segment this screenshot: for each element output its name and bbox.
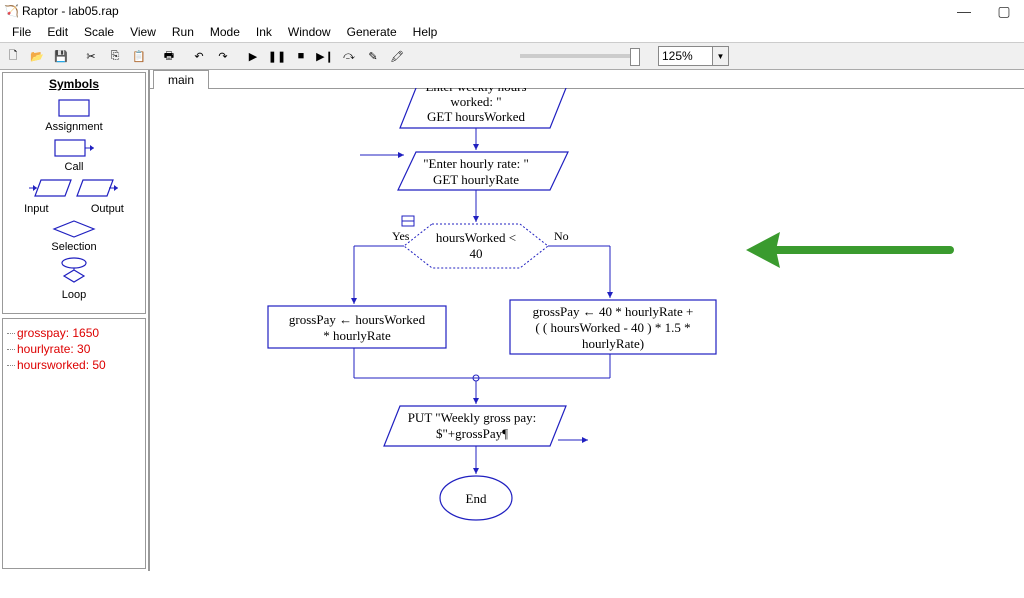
cut-button[interactable]: ✂ (80, 45, 102, 67)
svg-text:PUT "Weekly gross pay:: PUT "Weekly gross pay: (408, 410, 537, 425)
window-title: Raptor - lab05.rap (22, 4, 944, 18)
loop-label: Loop (3, 289, 145, 301)
pen-button[interactable]: ✎ (362, 45, 384, 67)
svg-text:40: 40 (470, 246, 483, 261)
flow-output[interactable]: PUT "Weekly gross pay: $"+grossPay¶ (384, 406, 588, 446)
no-label: No (554, 229, 569, 243)
maximize-button[interactable]: ▢ (984, 3, 1024, 20)
selection-label: Selection (3, 241, 145, 253)
canvas-area[interactable]: main Enter weekly hours worked: " GET ho… (150, 70, 1024, 571)
assignment-icon (54, 97, 94, 119)
input-label: Input (24, 203, 48, 215)
titlebar: 🏹 Raptor - lab05.rap — ▢ (0, 0, 1024, 22)
menu-edit[interactable]: Edit (39, 23, 76, 41)
menu-view[interactable]: View (122, 23, 164, 41)
symbol-loop[interactable]: Loop (3, 257, 145, 301)
menu-file[interactable]: File (4, 23, 39, 41)
input-output-icon (29, 177, 119, 201)
symbol-assignment[interactable]: Assignment (3, 97, 145, 133)
svg-text:grossPay ← hoursWorked: grossPay ← hoursWorked (289, 312, 426, 327)
save-button[interactable]: 💾 (50, 45, 72, 67)
svg-text:( ( hoursWorked - 40 ) * 1.5: ( ( hoursWorked - 40 ) * 1.5 * (535, 320, 690, 335)
zoom-dropdown[interactable]: ▼ (713, 46, 729, 66)
toolbar: 🗋 📂 💾 ✂ ⎘ 📋 🖶 ↶ ↷ ▶ ❚❚ ■ ▶❙ ⤼ ✎ 🖍 125% ▼ (0, 42, 1024, 70)
flow-assign-left[interactable]: grossPay ← hoursWorked * hourlyRate (268, 306, 446, 348)
zoom-value: 125% (662, 49, 693, 63)
stop-button[interactable]: ■ (290, 45, 312, 67)
svg-text:GET hourlyRate: GET hourlyRate (433, 172, 519, 187)
app-icon: 🏹 (4, 4, 18, 18)
output-label: Output (91, 203, 124, 215)
pause-button[interactable]: ❚❚ (266, 45, 288, 67)
variables-panel: grosspay: 1650 hourlyrate: 30 hoursworke… (2, 318, 146, 569)
svg-text:End: End (466, 491, 487, 506)
symbols-title: Symbols (3, 77, 145, 91)
copy-button[interactable]: ⎘ (104, 45, 126, 67)
var-row: hoursworked: 50 (7, 357, 141, 373)
flowchart-svg: Enter weekly hours worked: " GET hoursWo… (150, 88, 1024, 598)
zoom-select[interactable]: 125% (658, 46, 713, 66)
redo-button[interactable]: ↷ (212, 45, 234, 67)
print-button[interactable]: 🖶 (158, 45, 180, 67)
paste-button[interactable]: 📋 (128, 45, 150, 67)
tab-main[interactable]: main (153, 70, 209, 89)
step-button[interactable]: ▶❙ (314, 45, 336, 67)
symbol-input-output[interactable]: Input Output (3, 177, 145, 215)
menu-generate[interactable]: Generate (339, 23, 405, 41)
flow-input-2[interactable]: "Enter hourly rate: " GET hourlyRate (360, 152, 568, 190)
menu-window[interactable]: Window (280, 23, 339, 41)
call-icon (50, 137, 98, 159)
menu-mode[interactable]: Mode (202, 23, 248, 41)
flow-end[interactable]: End (440, 476, 512, 520)
new-button[interactable]: 🗋 (2, 45, 24, 67)
step-over-button[interactable]: ⤼ (338, 45, 360, 67)
menu-scale[interactable]: Scale (76, 23, 122, 41)
svg-text:hoursWorked <: hoursWorked < (436, 230, 516, 245)
menu-help[interactable]: Help (405, 23, 446, 41)
svg-text:grossPay ← 40 * hourlyRate +: grossPay ← 40 * hourlyRate + (533, 304, 694, 319)
svg-text:$"+grossPay¶: $"+grossPay¶ (436, 426, 508, 441)
workspace: Symbols Assignment Call (0, 70, 1024, 571)
menubar: File Edit Scale View Run Mode Ink Window… (0, 22, 1024, 42)
menu-ink[interactable]: Ink (248, 23, 280, 41)
sidebar: Symbols Assignment Call (0, 70, 150, 571)
undo-button[interactable]: ↶ (188, 45, 210, 67)
flow-assign-right[interactable]: grossPay ← 40 * hourlyRate + ( ( hoursWo… (510, 300, 716, 354)
var-row: grosspay: 1650 (7, 325, 141, 341)
selection-icon (50, 219, 98, 239)
loop-icon (54, 257, 94, 287)
svg-text:"Enter hourly rate: ": "Enter hourly rate: " (423, 156, 529, 171)
speed-slider[interactable] (520, 54, 640, 58)
svg-text:hourlyRate): hourlyRate) (582, 336, 644, 351)
annotation-arrow (740, 220, 960, 280)
yes-label: Yes (392, 229, 410, 243)
symbol-call[interactable]: Call (3, 137, 145, 173)
var-row: hourlyrate: 30 (7, 341, 141, 357)
flow-input-1[interactable]: Enter weekly hours worked: " GET hoursWo… (360, 88, 570, 128)
play-button[interactable]: ▶ (242, 45, 264, 67)
symbols-panel: Symbols Assignment Call (2, 72, 146, 314)
svg-text:* hourlyRate: * hourlyRate (323, 328, 391, 343)
svg-text:GET hoursWorked: GET hoursWorked (427, 109, 526, 124)
assignment-label: Assignment (3, 121, 145, 133)
call-label: Call (3, 161, 145, 173)
open-button[interactable]: 📂 (26, 45, 48, 67)
highlight-button[interactable]: 🖍 (386, 45, 408, 67)
flow-decision[interactable]: hoursWorked < 40 (402, 216, 548, 268)
minimize-button[interactable]: — (944, 3, 984, 19)
menu-run[interactable]: Run (164, 23, 202, 41)
svg-text:worked: ": worked: " (450, 94, 501, 109)
symbol-selection[interactable]: Selection (3, 219, 145, 253)
